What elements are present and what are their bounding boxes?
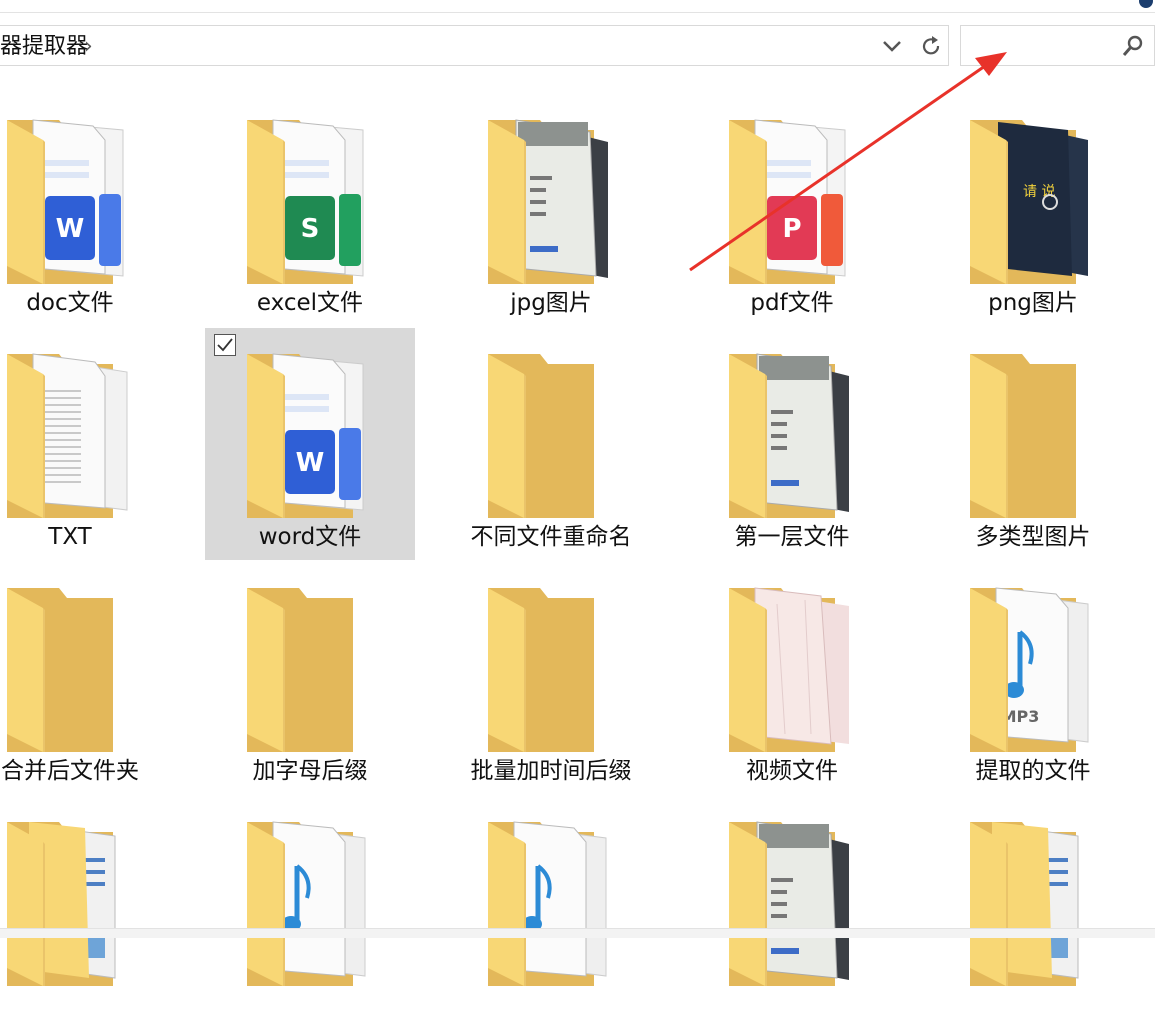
folder-icon [5,584,135,754]
folder-icon: 请 说 [968,116,1098,286]
folder-item[interactable]: S excel文件 [205,94,415,326]
folder-item[interactable] [0,796,175,1028]
search-box[interactable] [960,25,1155,66]
folder-item[interactable]: 批量加时间后缀 [446,562,656,794]
folder-icon [968,818,1098,988]
folder-icon: MP3 [968,584,1098,754]
folder-icon [486,350,616,520]
folder-icon [5,818,135,988]
window-top-edge [0,0,1155,13]
folder-icon [486,818,616,988]
folder-item[interactable]: 不同文件重命名 [446,328,656,560]
svg-text:S: S [301,214,320,244]
folder-icon: S [245,116,375,286]
folder-item[interactable]: 请 说 png图片 [928,94,1138,326]
folder-icon [727,350,857,520]
folder-item[interactable]: 第一层文件 [687,328,897,560]
selection-checkbox[interactable] [214,334,236,356]
folder-label: jpg图片 [510,290,592,316]
folder-item[interactable] [446,796,656,1028]
address-history-chevron-down-icon[interactable] [879,34,905,58]
breadcrumb-chevron-icon[interactable]: › [84,36,93,58]
folder-item[interactable] [205,796,415,1028]
folder-icon [245,818,375,988]
svg-text:请 说: 请 说 [1023,184,1055,200]
folder-item[interactable]: 合并后文件夹 [0,562,175,794]
folder-item[interactable]: 视频文件 [687,562,897,794]
folder-item[interactable]: 加字母后缀 [205,562,415,794]
address-bar[interactable]: 器提取器 › [0,25,914,66]
folder-label: 加字母后缀 [252,758,368,784]
folder-item[interactable] [687,796,897,1028]
refresh-icon [922,36,940,55]
breadcrumb-current-folder[interactable]: 器提取器 [0,35,88,59]
folder-label: 提取的文件 [975,758,1091,784]
folder-label: 合并后文件夹 [1,758,139,784]
window-corner-indicator [1139,0,1153,8]
folder-icon: W [5,116,135,286]
folder-icon [727,818,857,988]
folder-icon [245,584,375,754]
folder-item[interactable]: W word文件 [205,328,415,560]
svg-text:W: W [56,214,85,244]
folder-label: 批量加时间后缀 [470,758,632,784]
folder-item[interactable]: 多类型图片 [928,328,1138,560]
folder-item[interactable]: MP3 提取的文件 [928,562,1138,794]
search-input[interactable] [967,32,1111,62]
folder-icon: P [727,116,857,286]
folder-label: 不同文件重命名 [470,524,632,550]
folder-label: excel文件 [256,290,364,316]
folder-icon [968,350,1098,520]
folder-label: doc文件 [26,290,114,316]
folder-icon: W [245,350,375,520]
svg-text:P: P [782,214,801,244]
folder-icon [5,350,135,520]
folder-item[interactable]: TXT [0,328,175,560]
folder-label: pdf文件 [750,290,834,316]
refresh-button[interactable] [913,25,949,66]
folder-label: word文件 [258,524,362,550]
folder-label: 视频文件 [746,758,838,784]
search-icon[interactable] [1121,34,1145,58]
folder-item[interactable] [928,796,1138,1028]
folder-item[interactable]: P pdf文件 [687,94,897,326]
svg-text:W: W [296,448,325,478]
folder-item[interactable]: jpg图片 [446,94,656,326]
folder-label: 第一层文件 [734,524,850,550]
folder-label: png图片 [988,290,1078,316]
folder-label: TXT [48,524,92,550]
folder-icon [486,584,616,754]
folder-icon [727,584,857,754]
folder-label: 多类型图片 [975,524,1091,550]
folder-item[interactable]: W doc文件 [0,94,175,326]
folder-icon [486,116,616,286]
